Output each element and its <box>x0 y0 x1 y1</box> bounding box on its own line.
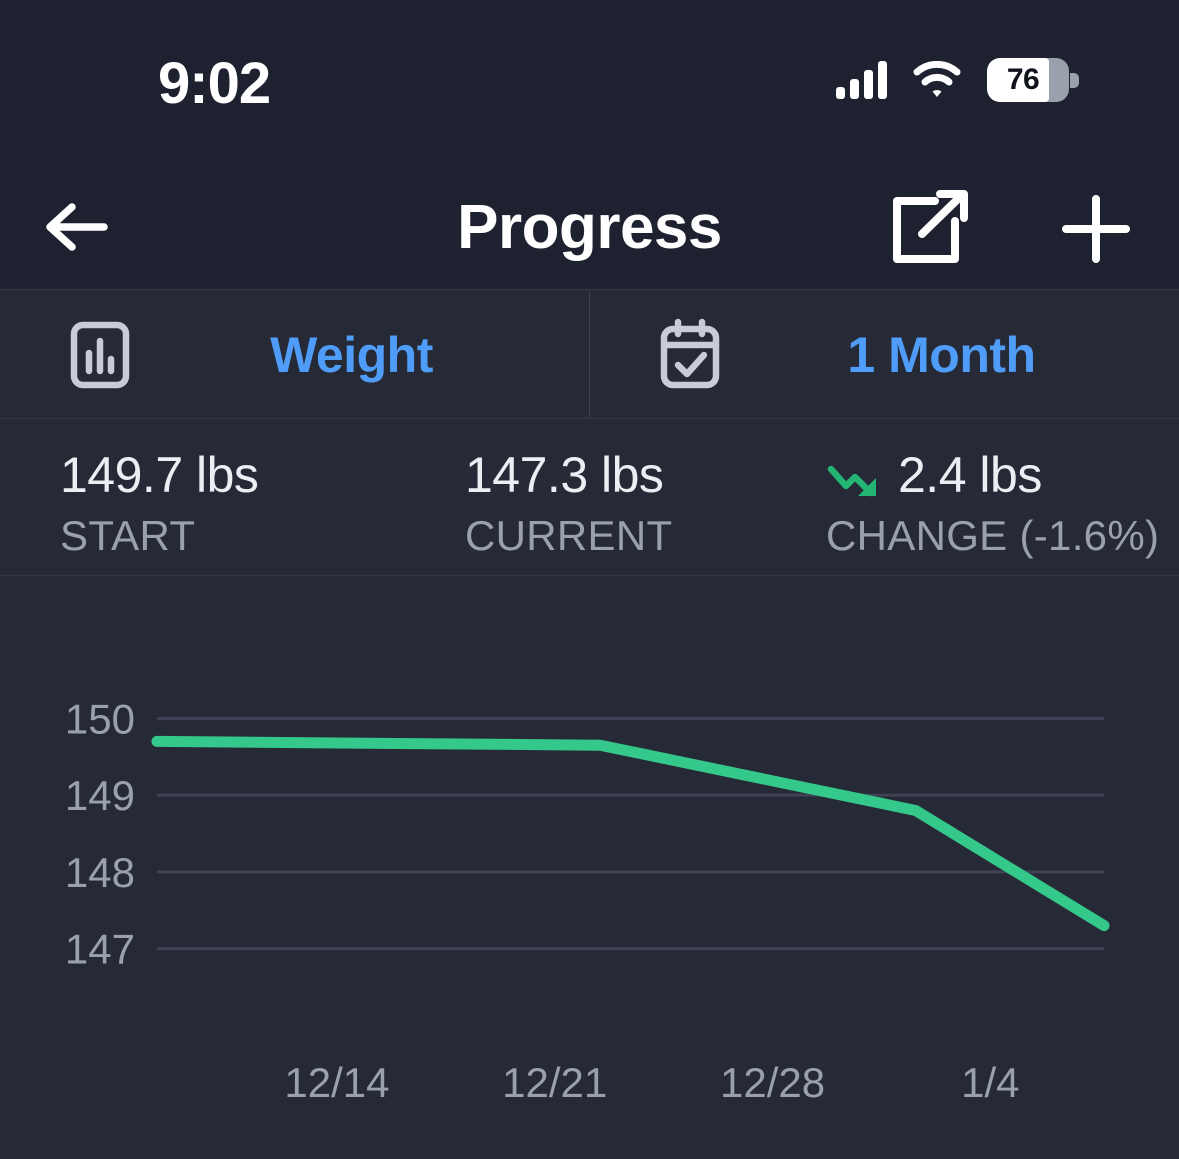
chart-ytick-labels: 150 149 148 147 <box>65 695 135 972</box>
range-selector-label: 1 Month <box>847 326 1036 383</box>
stat-change-value-row: 2.4 lbs <box>826 445 1179 505</box>
page-title: Progress <box>457 193 722 262</box>
chart-xtick-labels: 12/14 12/21 12/28 1/4 <box>284 1059 1019 1106</box>
app-screen: 9:02 76 Progress Weight 1 Month 149.7 lb… <box>0 0 1179 1159</box>
weight-chart[interactable]: 150 149 148 147 12/14 12/21 12/28 1/4 <box>0 576 1179 1159</box>
y-axis-tick-label: 149 <box>65 772 135 819</box>
stat-start-label: START <box>60 512 196 559</box>
status-indicators: 76 <box>836 58 1079 102</box>
stat-start-value: 149.7 lbs <box>60 447 259 503</box>
metric-selector[interactable]: Weight <box>0 291 589 418</box>
cellular-signal-icon <box>836 61 887 99</box>
y-axis-tick-label: 147 <box>65 926 135 973</box>
bar-chart-icon <box>58 313 142 397</box>
x-axis-tick-label: 12/14 <box>284 1059 389 1106</box>
nav-bar: Progress <box>0 165 1179 290</box>
selector-row: Weight 1 Month <box>0 291 1179 419</box>
stat-change-label: CHANGE (-1.6%) <box>826 512 1160 559</box>
x-axis-tick-label: 1/4 <box>961 1059 1019 1106</box>
metric-selector-label: Weight <box>270 326 433 383</box>
stat-current-label: CURRENT <box>465 512 673 559</box>
wifi-icon <box>913 60 961 99</box>
plus-icon[interactable] <box>1052 191 1140 267</box>
range-selector[interactable]: 1 Month <box>589 291 1179 418</box>
stat-change-value: 2.4 lbs <box>898 447 1042 503</box>
stat-current: 147.3 lbs CURRENT <box>413 419 818 575</box>
status-time: 9:02 <box>158 51 271 116</box>
battery-percent-label: 76 <box>1006 63 1040 96</box>
x-axis-tick-label: 12/28 <box>720 1059 825 1106</box>
stat-start: 149.7 lbs START <box>0 419 413 575</box>
y-axis-tick-label: 150 <box>65 695 135 742</box>
chart-series <box>151 735 1110 932</box>
stat-current-value: 147.3 lbs <box>465 447 664 503</box>
stat-change: 2.4 lbs CHANGE (-1.6%) <box>818 419 1179 575</box>
x-axis-tick-label: 12/21 <box>502 1059 607 1106</box>
chart-svg: 150 149 148 147 12/14 12/21 12/28 1/4 <box>65 695 1110 1106</box>
stats-row: 149.7 lbs START 147.3 lbs CURRENT 2.4 lb… <box>0 419 1179 576</box>
calendar-check-icon <box>648 313 732 397</box>
status-bar: 9:02 76 <box>0 0 1179 165</box>
share-external-link-icon[interactable] <box>885 189 975 267</box>
battery-icon: 76 <box>987 58 1079 102</box>
chart-line <box>151 735 1110 932</box>
trend-down-icon <box>826 455 882 497</box>
y-axis-tick-label: 148 <box>65 849 135 896</box>
